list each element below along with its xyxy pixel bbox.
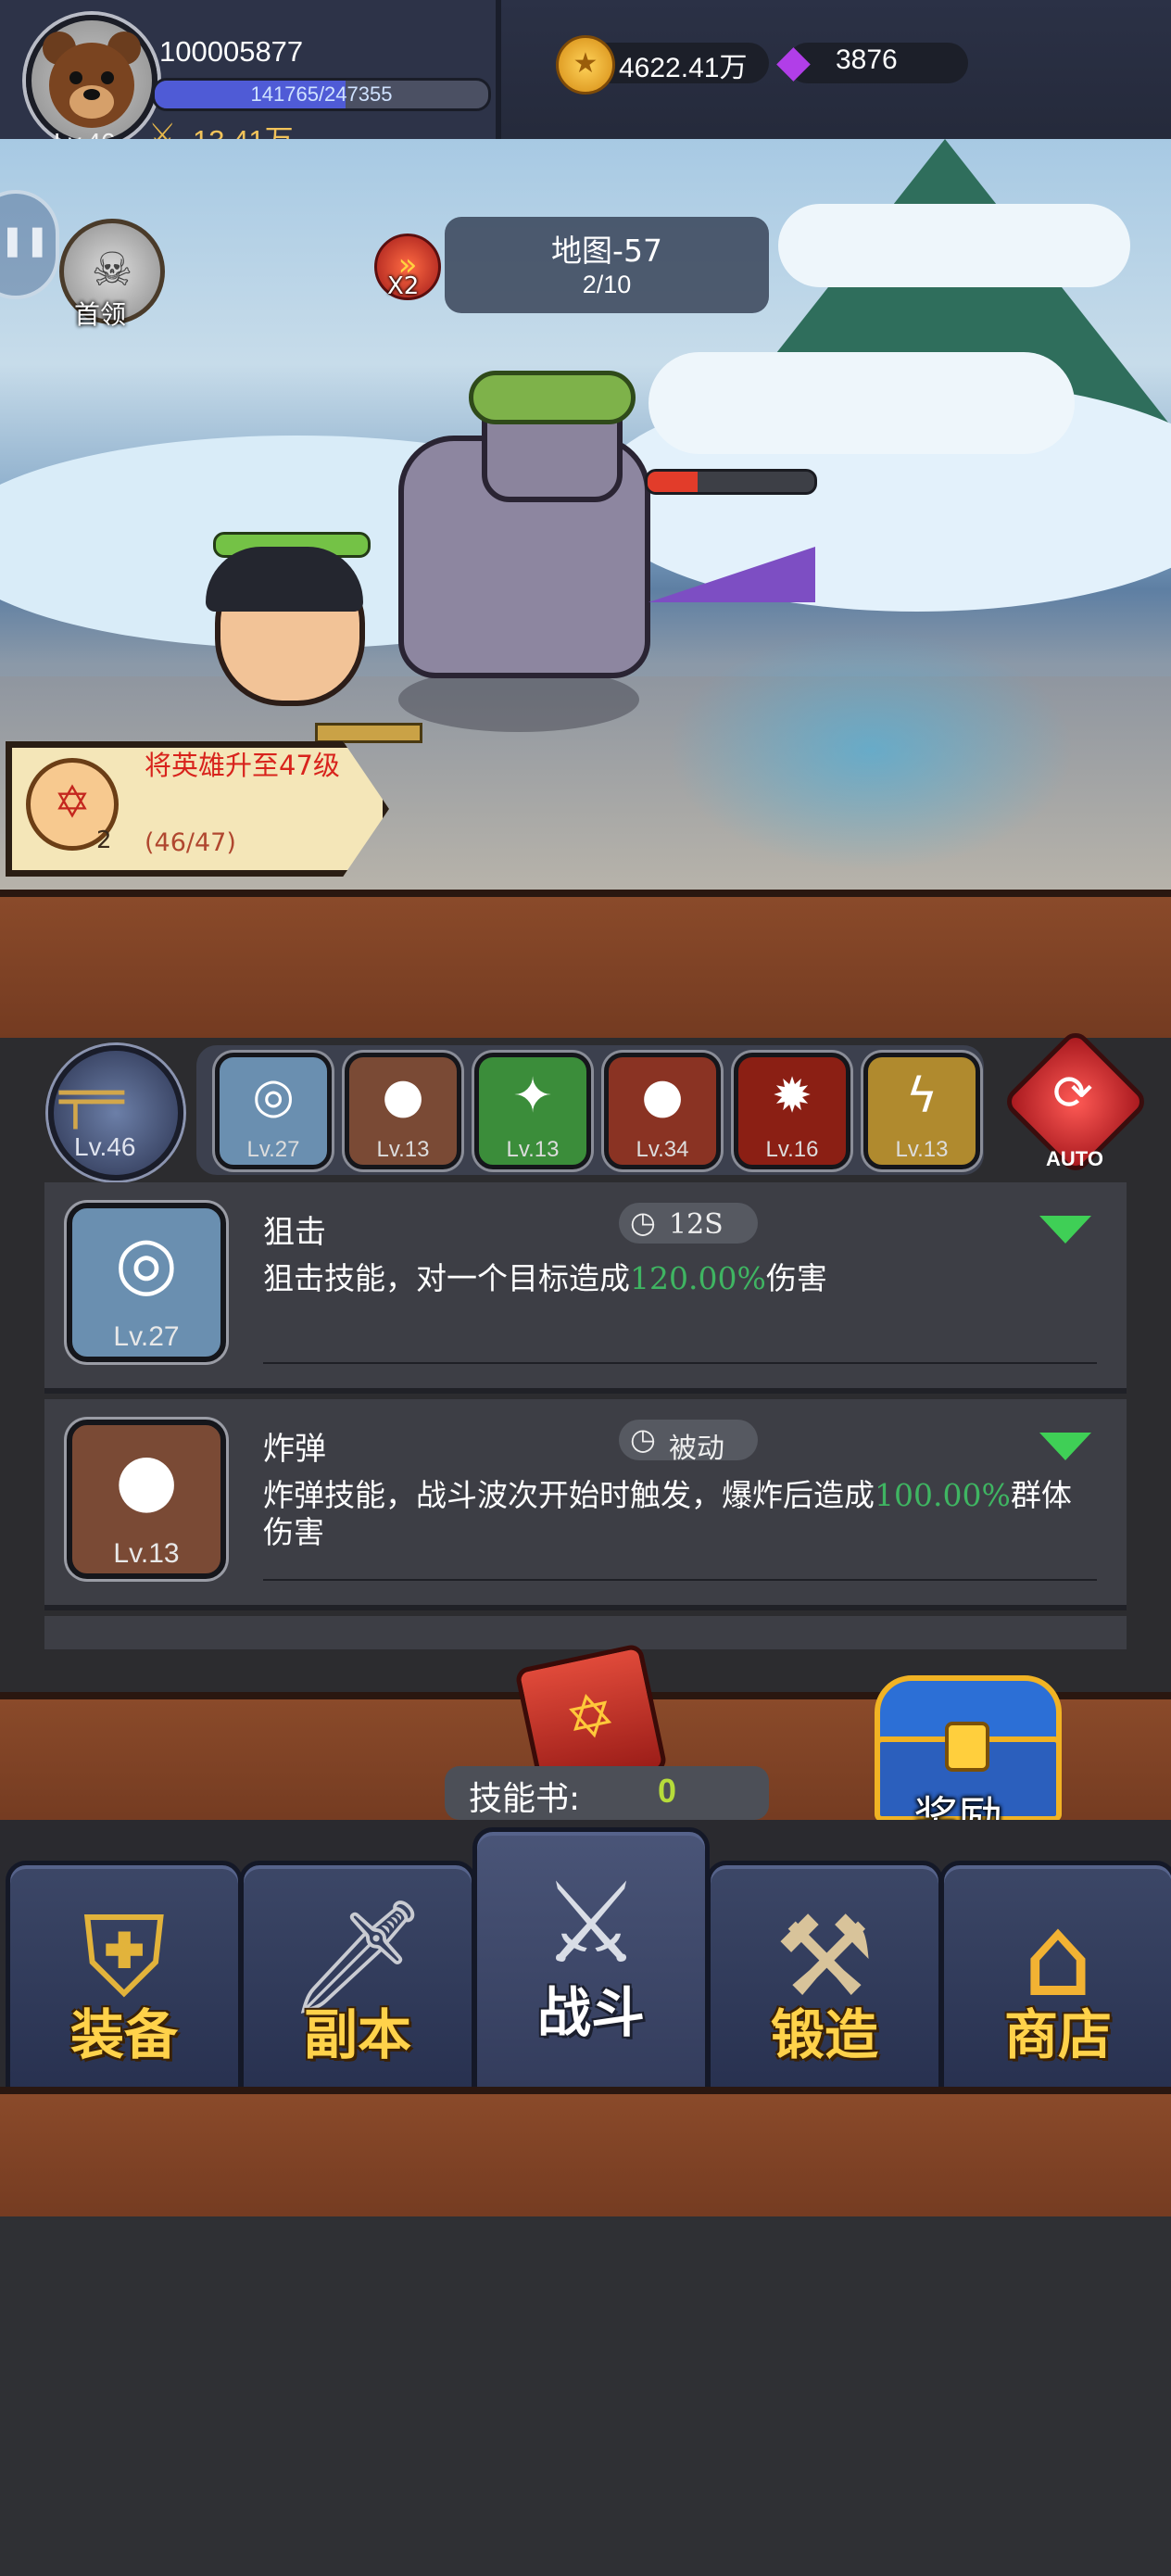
desc-value: 120.00% xyxy=(630,1260,766,1296)
skill-card[interactable]: ● Lv.13 炸弹 ◷ 被动 炸弹技能，战斗波次开始时触发，爆炸后造成100.… xyxy=(44,1399,1127,1610)
rifle-icon: ╤═ xyxy=(59,1066,124,1129)
nav-button-forge-scroll[interactable]: ⚒ 锻造 xyxy=(706,1861,943,2092)
enemy-hp-bar xyxy=(645,469,817,495)
skill-level: Lv.27 xyxy=(113,1321,180,1352)
pause-icon: ❚❚ xyxy=(0,222,50,258)
bomb-icon: ● xyxy=(114,1438,179,1522)
skill-slot-level: Lv.16 xyxy=(765,1137,819,1162)
skill-list[interactable]: ◎ Lv.27 狙击 ◷ 12S 狙击技能，对一个目标造成120.00%伤害 ●… xyxy=(44,1182,1127,1649)
skill-name: 狙击 xyxy=(263,1214,326,1251)
expand-arrow-icon[interactable] xyxy=(1039,1433,1091,1460)
skill-book-count: 0 xyxy=(658,1772,677,1810)
nav-button-shop[interactable]: ⌂ 商店 xyxy=(939,1861,1171,2092)
skull-icon: ☠ xyxy=(91,243,133,297)
skill-slot[interactable]: ● Lv.34 xyxy=(604,1053,721,1169)
cooldown-text: 被动 xyxy=(669,1433,724,1465)
wave-progress: 2/10 xyxy=(582,271,632,298)
nav-button-sword-shield[interactable]: 🗡 副本 xyxy=(239,1861,476,2092)
gold-amount: 4622.41万 xyxy=(619,53,748,83)
nav-label: 副本 xyxy=(303,2003,411,2066)
skill-book-label: 技能书: xyxy=(469,1780,581,1818)
explosion-icon: ✹ xyxy=(772,1068,812,1124)
skill-slot-level: Lv.13 xyxy=(376,1137,430,1162)
skill-slot[interactable]: ϟ Lv.13 xyxy=(863,1053,980,1169)
lightning-icon: ϟ xyxy=(905,1068,938,1124)
clock-icon: ◷ xyxy=(630,1421,656,1457)
skill-thumb: ● Lv.13 xyxy=(67,1420,226,1579)
gold-coin-icon: ★ xyxy=(556,35,615,95)
skill-description: 狙击技能，对一个目标造成120.00%伤害 xyxy=(263,1260,1097,1297)
speed-label: X2 xyxy=(387,272,420,300)
enemy-hp-fill xyxy=(648,472,698,492)
skill-card-partial[interactable] xyxy=(44,1616,1127,1649)
skill-slot[interactable]: ◎ Lv.27 xyxy=(215,1053,332,1169)
skill-slot[interactable]: ● Lv.13 xyxy=(345,1053,461,1169)
nav-label: 战斗 xyxy=(536,1981,645,2044)
expand-arrow-icon[interactable] xyxy=(1039,1216,1091,1244)
bottom-area xyxy=(0,2216,1171,2576)
bat-enemy xyxy=(648,547,815,602)
skill-slot[interactable]: ✹ Lv.16 xyxy=(734,1053,850,1169)
refresh-icon: ⟳ xyxy=(1052,1066,1093,1121)
wood-divider xyxy=(0,890,1171,1045)
cooldown-text: 12S xyxy=(669,1208,724,1241)
nav-label: 商店 xyxy=(1003,2003,1112,2066)
map-title: 地图-57 xyxy=(551,233,662,269)
tree-snow xyxy=(778,204,1130,287)
divider xyxy=(263,1579,1097,1581)
player-avatar[interactable] xyxy=(26,15,157,146)
desc-text: 炸弹技能，战斗波次开始时触发，爆炸后造成 xyxy=(263,1477,875,1513)
quest-progress: (46/47) xyxy=(145,828,236,857)
skill-thumb: ◎ Lv.27 xyxy=(67,1203,226,1362)
skill-card[interactable]: ◎ Lv.27 狙击 ◷ 12S 狙击技能，对一个目标造成120.00%伤害 xyxy=(44,1182,1127,1394)
quest-title: 将英雄升至47级 xyxy=(145,750,340,781)
clock-icon: ◷ xyxy=(630,1205,656,1240)
quest-icon-count: 2 xyxy=(96,827,112,854)
exp-text: 141765/247355 xyxy=(250,82,393,106)
desc-value: 100.00% xyxy=(875,1477,1011,1513)
golem-moss xyxy=(469,371,636,424)
green-aura-icon: ✦ xyxy=(512,1068,553,1124)
skill-name: 炸弹 xyxy=(263,1431,326,1468)
nav-label: 锻造 xyxy=(770,2003,878,2066)
divider xyxy=(263,1362,1097,1364)
nav-button-armor[interactable]: ⛨ 装备 xyxy=(6,1861,243,2092)
sniper-icon: ◎ xyxy=(114,1221,179,1305)
player-id: 100005877 xyxy=(159,35,304,68)
fireball-icon: ● xyxy=(641,1068,684,1124)
skill-slot-level: Lv.34 xyxy=(636,1137,689,1162)
boss-label: 首领 xyxy=(74,299,127,330)
skill-slot-level: Lv.13 xyxy=(506,1137,560,1162)
desc-text: 伤害 xyxy=(765,1260,827,1296)
skill-slot[interactable]: ✦ Lv.13 xyxy=(474,1053,591,1169)
exp-bar: 141765/247355 xyxy=(152,78,491,111)
bomb-icon: ● xyxy=(382,1068,424,1124)
skill-slot-level: Lv.27 xyxy=(246,1137,300,1162)
nav-button-crossed-swords[interactable]: ⚔ 战斗 xyxy=(472,1827,710,2092)
weapon-level: Lv.46 xyxy=(74,1132,136,1161)
desc-text: 狙击技能，对一个目标造成 xyxy=(263,1260,630,1296)
skill-description: 炸弹技能，战斗波次开始时触发，爆炸后造成100.00%群体伤害 xyxy=(263,1477,1097,1551)
hero-hair xyxy=(206,547,363,612)
skill-level: Lv.13 xyxy=(113,1538,180,1569)
hero-gun xyxy=(315,723,422,743)
gem-amount: 3876 xyxy=(836,44,898,75)
blue-mist-effect xyxy=(667,630,1075,871)
nav-label: 装备 xyxy=(69,2003,178,2066)
wood-divider xyxy=(0,2087,1171,2231)
auto-label: AUTO xyxy=(1046,1147,1103,1170)
skill-slot-level: Lv.13 xyxy=(895,1137,949,1162)
chest-lock xyxy=(945,1722,989,1772)
purple-gem-icon: ◆ xyxy=(776,35,811,87)
bear-avatar-icon xyxy=(43,32,141,128)
tree-snow xyxy=(648,352,1075,454)
sniper-icon: ◎ xyxy=(252,1068,295,1124)
